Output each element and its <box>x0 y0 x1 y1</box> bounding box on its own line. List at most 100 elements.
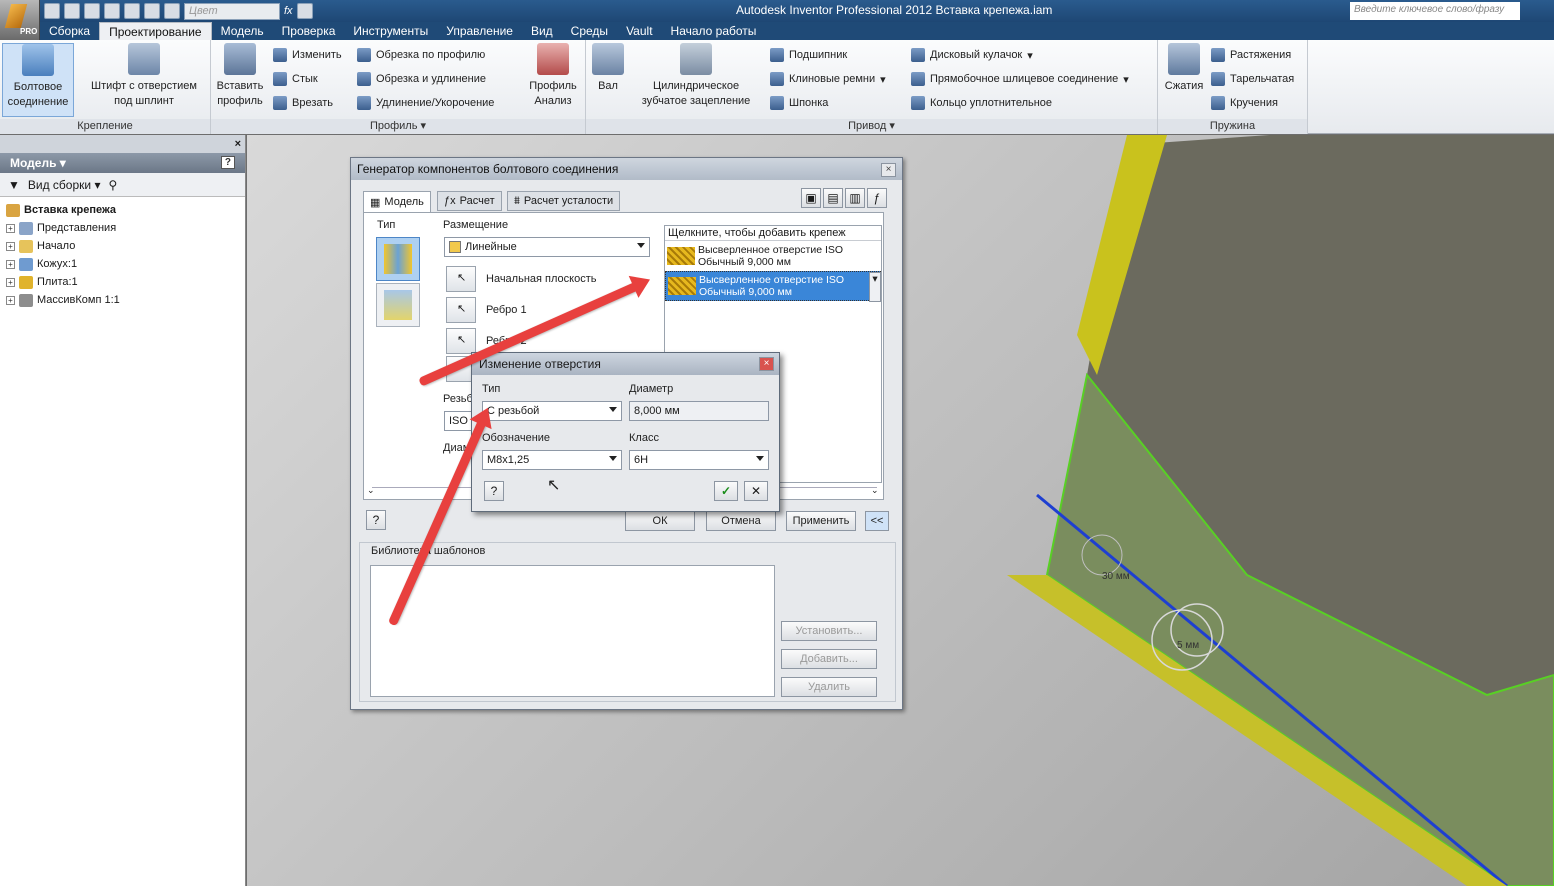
parallel-splines-button[interactable]: Прямобочное шлицевое соединение ▾ <box>911 72 1129 86</box>
spur-gear-button[interactable]: Цилиндрическое зубчатое зацепление <box>632 43 760 109</box>
save-icon[interactable] <box>84 3 100 19</box>
bolted-connection-button[interactable]: Болтовое соединение <box>2 43 74 117</box>
trim-extend-button[interactable]: Обрезка и удлинение <box>357 72 486 86</box>
tab-vault[interactable]: Vault <box>617 22 661 40</box>
frame-analysis-button[interactable]: Профиль Анализ <box>524 43 582 109</box>
edge2-select[interactable]: ↖ <box>446 328 476 354</box>
designation-combo[interactable]: M8x1,25 <box>482 450 622 470</box>
tree-node[interactable]: + Плита:1 <box>6 273 239 291</box>
tree-node[interactable]: Вставка крепежа <box>6 201 239 219</box>
edit-hole-close-button[interactable]: × <box>759 357 774 371</box>
dialog-help-button[interactable]: ? <box>366 510 386 530</box>
open-icon[interactable]: ▣ <box>801 188 821 208</box>
ok-button[interactable]: ОК <box>625 511 695 531</box>
expand-plus-icon[interactable]: + <box>6 277 15 287</box>
search-input[interactable]: Введите ключевое слово/фразу <box>1350 2 1520 20</box>
tab-environments[interactable]: Среды <box>562 22 617 40</box>
tab-manage[interactable]: Управление <box>437 22 522 40</box>
edge1-select[interactable]: ↖ <box>446 297 476 323</box>
thread-combo[interactable]: ISO <box>444 411 474 431</box>
o-ring-button[interactable]: Кольцо уплотнительное <box>911 96 1052 110</box>
color-selector[interactable]: Цвет <box>184 2 280 20</box>
open-icon[interactable] <box>64 3 80 19</box>
filter-icon[interactable]: ▼ <box>8 178 20 192</box>
class-combo[interactable]: 6H <box>629 450 769 470</box>
tab-view[interactable]: Вид <box>522 22 562 40</box>
select-icon[interactable] <box>164 3 180 19</box>
assembly-view-dropdown[interactable]: Вид сборки ▾ <box>28 178 101 192</box>
clevis-pin-button[interactable]: Штифт с отверстием под шплинт <box>80 43 208 109</box>
cancel-button[interactable]: Отмена <box>706 511 776 531</box>
torsion-spring-button[interactable]: Кручения <box>1211 96 1278 110</box>
tab-inspect[interactable]: Проверка <box>273 22 345 40</box>
belleville-spring-button[interactable]: Тарельчатая <box>1211 72 1294 86</box>
tab-fatigue[interactable]: ⩩ Расчет усталости <box>507 191 621 211</box>
new-icon[interactable] <box>44 3 60 19</box>
redo-icon[interactable] <box>124 3 140 19</box>
expand-plus-icon[interactable]: + <box>6 295 15 305</box>
fx-icon[interactable]: ƒ <box>867 188 887 208</box>
shaft-button[interactable]: Вал <box>590 43 626 94</box>
application-menu-button[interactable]: PRO <box>0 0 40 40</box>
blind-connection-type[interactable] <box>376 283 420 327</box>
expand-chevron-icon[interactable]: ⌄ <box>367 485 375 496</box>
template-library-list[interactable] <box>370 565 775 697</box>
save-icon[interactable]: ▤ <box>823 188 843 208</box>
confirm-check-icon[interactable]: ✓ <box>714 481 738 501</box>
tab-design-model[interactable]: ▦ Модель <box>363 191 431 212</box>
fx-button[interactable]: fx <box>284 5 293 17</box>
tab-tools[interactable]: Инструменты <box>344 22 437 40</box>
through-connection-type[interactable] <box>376 237 420 281</box>
miter-button[interactable]: Стык <box>273 72 318 86</box>
tab-design[interactable]: Проектирование <box>99 22 212 40</box>
hole-diameter-field[interactable]: 8,000 мм <box>629 401 769 421</box>
dialog-close-button[interactable]: × <box>881 163 896 177</box>
hole-type-combo[interactable]: С резьбой <box>482 401 622 421</box>
find-icon[interactable]: ⚲ <box>108 178 117 192</box>
add-template-button[interactable]: Добавить... <box>781 649 877 669</box>
trim-to-frame-button[interactable]: Обрезка по профилю <box>357 48 485 62</box>
cancel-x-icon[interactable]: ✕ <box>744 481 768 501</box>
apply-button[interactable]: Применить <box>786 511 856 531</box>
return-icon[interactable] <box>144 3 160 19</box>
tree-node[interactable]: + Представления <box>6 219 239 237</box>
tab-calculation[interactable]: ƒx Расчет <box>437 191 502 211</box>
install-button[interactable]: Установить... <box>781 621 877 641</box>
dimension-label-1[interactable]: 30 мм <box>1102 571 1130 582</box>
notch-button[interactable]: Врезать <box>273 96 333 110</box>
fastener-list-item[interactable]: Высверленное отверстие ISO Обычный 9,000 … <box>665 271 881 302</box>
insert-frame-button[interactable]: Вставить профиль <box>214 43 266 109</box>
bearing-button[interactable]: Подшипник <box>770 48 847 62</box>
tab-assemble[interactable]: Сборка <box>40 22 99 40</box>
collapse-button[interactable]: << <box>865 511 889 531</box>
dimension-label-2[interactable]: 5 мм <box>1177 640 1199 651</box>
expand-plus-icon[interactable]: + <box>6 259 15 269</box>
v-belts-button[interactable]: Клиновые ремни ▾ <box>770 72 886 86</box>
tree-node[interactable]: + Начало <box>6 237 239 255</box>
disc-cam-button[interactable]: Дисковый кулачок ▾ <box>911 48 1033 62</box>
tree-node[interactable]: + Кожух:1 <box>6 255 239 273</box>
delete-template-button[interactable]: Удалить <box>781 677 877 697</box>
params-icon[interactable] <box>296 3 313 19</box>
undo-icon[interactable] <box>104 3 120 19</box>
tab-model[interactable]: Модель <box>212 22 273 40</box>
key-button[interactable]: Шпонка <box>770 96 828 110</box>
edit-hole-help-button[interactable]: ? <box>484 481 504 501</box>
expand-plus-icon[interactable]: + <box>6 223 15 233</box>
compression-spring-button[interactable]: Сжатия <box>1161 43 1207 94</box>
tab-get-started[interactable]: Начало работы <box>662 22 766 40</box>
fastener-list-item[interactable]: Высверленное отверстие ISO Обычный 9,000 … <box>665 241 881 271</box>
item-dropdown-icon[interactable]: ▾ <box>869 272 881 302</box>
add-fastener-header[interactable]: Щелкните, чтобы добавить крепеж <box>665 226 881 241</box>
help-icon[interactable]: ? <box>220 156 235 169</box>
change-button[interactable]: Изменить <box>273 48 342 62</box>
options-icon[interactable]: ▥ <box>845 188 865 208</box>
expand-plus-icon[interactable]: + <box>6 241 15 251</box>
browser-title[interactable]: Модель ▾ ? <box>0 153 245 173</box>
extension-spring-button[interactable]: Растяжения <box>1211 48 1291 62</box>
placement-combo[interactable]: Линейные <box>444 237 650 257</box>
expand-chevron-icon-right[interactable]: ⌄ <box>871 485 879 496</box>
tree-node[interactable]: + МассивКомп 1:1 <box>6 291 239 309</box>
close-icon[interactable]: × <box>235 138 241 150</box>
lengthen-shorten-button[interactable]: Удлинение/Укорочение <box>357 96 494 110</box>
